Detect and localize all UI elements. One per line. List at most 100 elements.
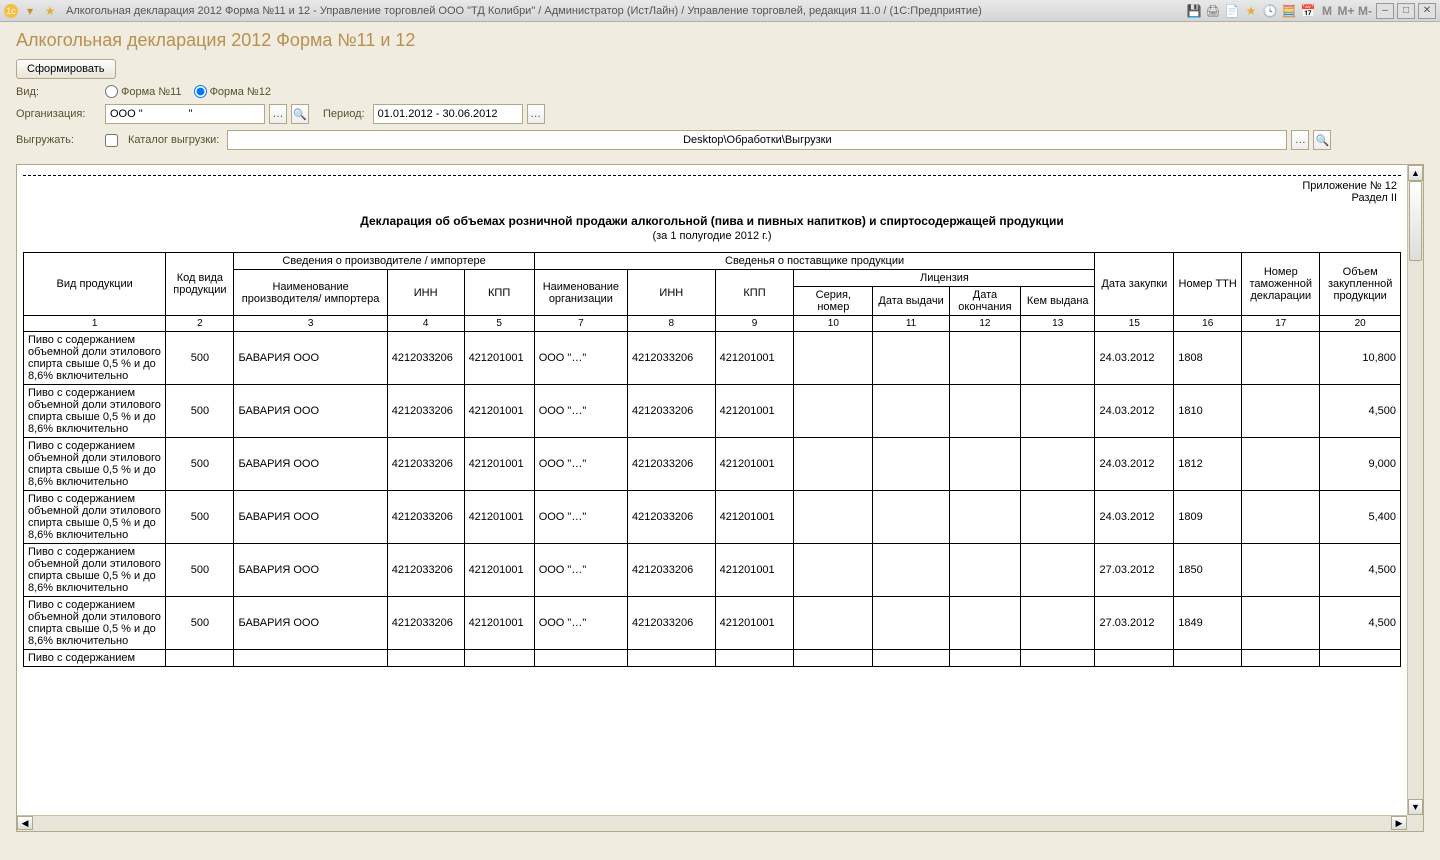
col-num: 1 — [24, 316, 166, 332]
cell: 4212033206 — [628, 544, 716, 597]
cell: 4212033206 — [628, 597, 716, 650]
cell: 500 — [166, 385, 234, 438]
cell — [387, 650, 464, 667]
period-input[interactable] — [373, 104, 523, 124]
calendar-icon[interactable]: 📅 — [1300, 3, 1316, 19]
export-path-picker[interactable]: … — [1291, 130, 1309, 150]
cell — [873, 385, 950, 438]
star-icon[interactable]: ★ — [42, 3, 58, 19]
cell: Пиво с содержанием объемной доли этилово… — [24, 544, 166, 597]
window-title: Алкогольная декларация 2012 Форма №11 и … — [66, 5, 982, 17]
cell: 4212033206 — [628, 438, 716, 491]
cell: 1849 — [1174, 597, 1242, 650]
org-picker-button[interactable]: … — [269, 104, 287, 124]
scroll-thumb[interactable] — [1409, 181, 1422, 261]
cell: 10,800 — [1320, 332, 1401, 385]
cell: Пиво с содержанием объемной доли этилово… — [24, 597, 166, 650]
dropdown-icon[interactable]: ▾ — [22, 3, 38, 19]
report-appendix: Приложение № 12 — [23, 180, 1401, 192]
cell: 421201001 — [715, 332, 794, 385]
view-label: Вид: — [16, 86, 101, 98]
divider — [23, 175, 1401, 176]
export-checkbox[interactable] — [105, 134, 118, 147]
cell — [873, 544, 950, 597]
table-row[interactable]: Пиво с содержанием объемной доли этилово… — [24, 332, 1401, 385]
cell: Пиво с содержанием объемной доли этилово… — [24, 438, 166, 491]
mminus-icon[interactable]: M- — [1357, 3, 1373, 19]
th-product-code: Код вида продукции — [166, 253, 234, 316]
cell: 4212033206 — [628, 332, 716, 385]
scroll-right-button[interactable]: ▶ — [1391, 816, 1407, 830]
horizontal-scrollbar[interactable]: ◀ ▶ — [17, 815, 1407, 831]
calc-icon[interactable]: 🧮 — [1281, 3, 1297, 19]
window-titlebar: 1c ▾ ★ Алкогольная декларация 2012 Форма… — [0, 0, 1440, 22]
cell: 421201001 — [464, 491, 534, 544]
save-icon[interactable]: 💾 — [1186, 3, 1202, 19]
generate-button[interactable]: Сформировать — [16, 59, 116, 79]
close-button[interactable]: ✕ — [1418, 3, 1436, 19]
cell — [1021, 650, 1095, 667]
m-icon[interactable]: M — [1319, 3, 1335, 19]
print-icon[interactable]: 🖨 — [1205, 3, 1221, 19]
cell: 4,500 — [1320, 385, 1401, 438]
cell: 500 — [166, 491, 234, 544]
cell: 421201001 — [715, 438, 794, 491]
radio-form11[interactable]: Форма №11 — [105, 85, 182, 98]
cell: 27.03.2012 — [1095, 597, 1174, 650]
export-path-search[interactable]: 🔍 — [1313, 130, 1331, 150]
table-row[interactable]: Пиво с содержанием объемной доли этилово… — [24, 544, 1401, 597]
maximize-button[interactable]: □ — [1397, 3, 1415, 19]
org-input[interactable] — [105, 104, 265, 124]
radio-form12[interactable]: Форма №12 — [194, 85, 271, 98]
cell — [1242, 385, 1320, 438]
cell: 4212033206 — [387, 438, 464, 491]
history-icon[interactable]: 🕓 — [1262, 3, 1278, 19]
col-num: 10 — [794, 316, 873, 332]
fav-icon[interactable]: ★ — [1243, 3, 1259, 19]
cell: Пиво с содержанием объемной доли этилово… — [24, 332, 166, 385]
th-license: Лицензия — [794, 270, 1095, 287]
data-table: Вид продукции Код вида продукции Сведени… — [23, 252, 1401, 667]
cell: ООО "…" — [534, 385, 627, 438]
cell: 500 — [166, 332, 234, 385]
minimize-button[interactable]: – — [1376, 3, 1394, 19]
table-row[interactable]: Пиво с содержанием объемной доли этилово… — [24, 438, 1401, 491]
mplus-icon[interactable]: M+ — [1338, 3, 1354, 19]
app-icon: 1c — [4, 4, 18, 18]
cell: БАВАРИЯ ООО — [234, 597, 387, 650]
cell: БАВАРИЯ ООО — [234, 491, 387, 544]
cell: ООО "…" — [534, 597, 627, 650]
org-search-button[interactable]: 🔍 — [291, 104, 309, 124]
table-row[interactable]: Пиво с содержанием объемной доли этилово… — [24, 385, 1401, 438]
doc-icon[interactable]: 📄 — [1224, 3, 1240, 19]
vertical-scrollbar[interactable]: ▲ ▼ — [1407, 165, 1423, 815]
period-label: Период: — [323, 108, 365, 120]
cell: ООО "…" — [534, 438, 627, 491]
cell — [949, 544, 1020, 597]
export-path-input[interactable] — [227, 130, 1287, 150]
cell: 24.03.2012 — [1095, 385, 1174, 438]
table-row[interactable]: Пиво с содержанием объемной доли этилово… — [24, 491, 1401, 544]
cell — [873, 332, 950, 385]
scroll-down-button[interactable]: ▼ — [1408, 799, 1423, 815]
report-heading: Декларация об объемах розничной продажи … — [23, 214, 1401, 228]
col-num: 20 — [1320, 316, 1401, 332]
cell: БАВАРИЯ ООО — [234, 385, 387, 438]
period-picker-button[interactable]: … — [527, 104, 545, 124]
scroll-left-button[interactable]: ◀ — [17, 816, 33, 830]
scroll-up-button[interactable]: ▲ — [1408, 165, 1423, 181]
cell — [1021, 597, 1095, 650]
th-license-num: Серия, номер — [794, 287, 873, 316]
cell — [794, 332, 873, 385]
export-label: Выгружать: — [16, 134, 101, 146]
col-num: 8 — [628, 316, 716, 332]
cell — [715, 650, 794, 667]
th-supplier-info: Сведенья о поставщике продукции — [534, 253, 1095, 270]
report-section: Раздел II — [23, 192, 1401, 204]
table-row[interactable]: Пиво с содержанием объемной доли этилово… — [24, 597, 1401, 650]
table-row[interactable]: Пиво с содержанием — [24, 650, 1401, 667]
cell: 421201001 — [715, 544, 794, 597]
cell: 421201001 — [715, 385, 794, 438]
cell — [794, 597, 873, 650]
th-volume: Объем закупленной продукции — [1320, 253, 1401, 316]
